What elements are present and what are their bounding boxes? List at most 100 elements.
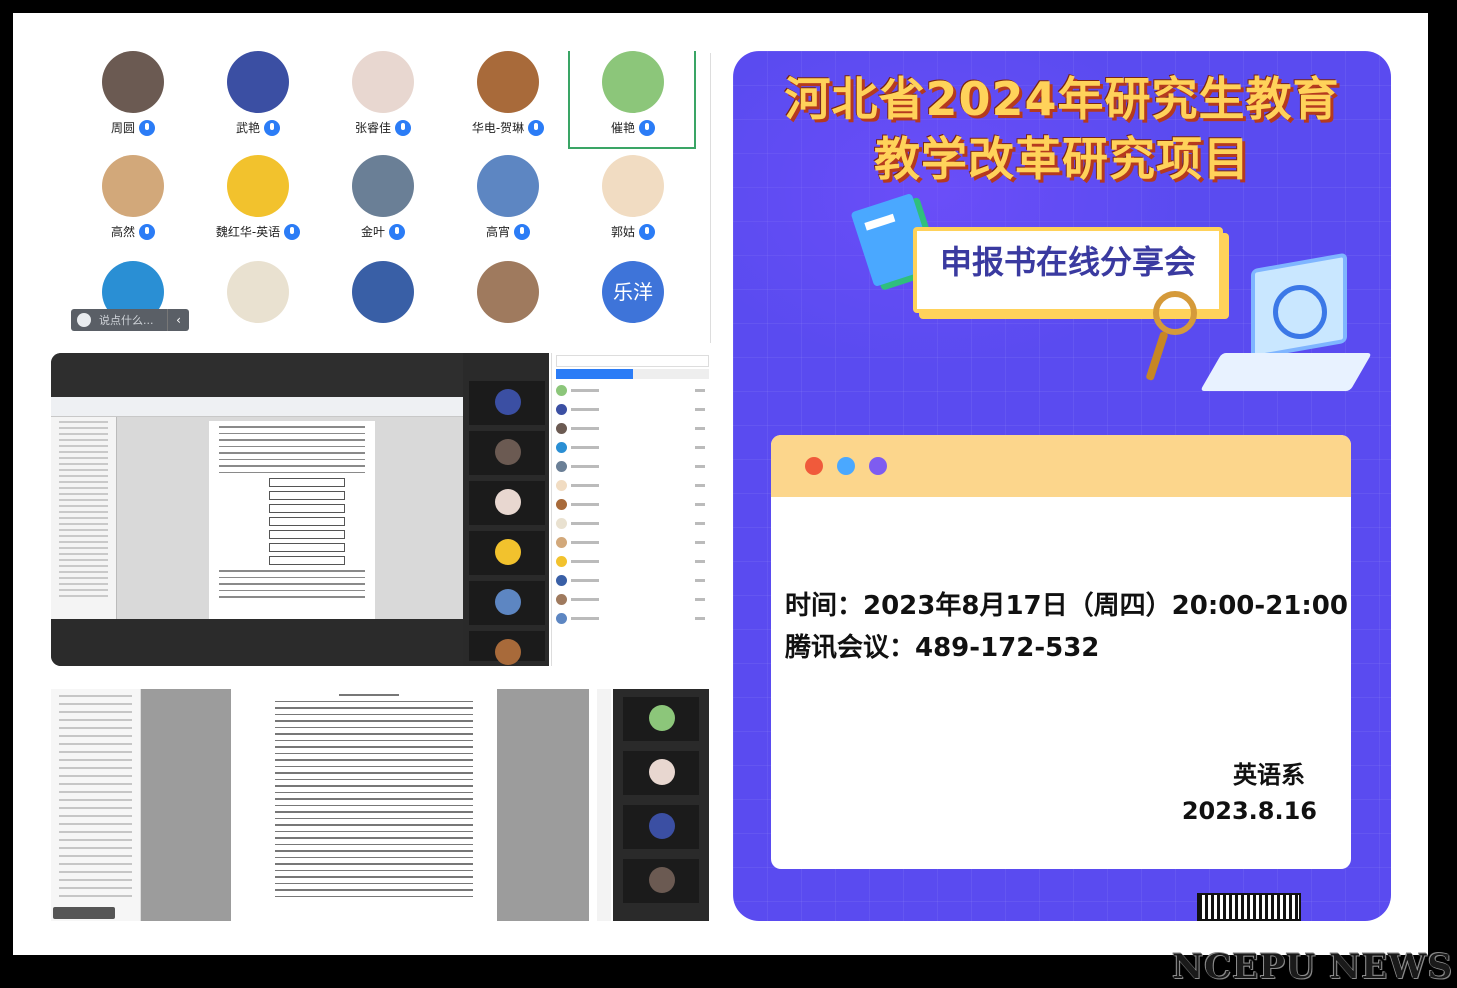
info-card: 时间：2023年8月17日（周四）20:00-21:00 腾讯会议：489-17…	[771, 435, 1351, 869]
participant-tile[interactable]: 魏红华-英语	[198, 155, 318, 240]
news-watermark: NCEPU NEWS	[1172, 947, 1453, 987]
mic-icon	[514, 223, 530, 240]
avatar	[227, 51, 289, 113]
avatar	[477, 51, 539, 113]
participant-name: 高然	[110, 225, 135, 239]
member-row[interactable]	[552, 400, 713, 419]
video-tile[interactable]	[623, 751, 699, 795]
outline-panel[interactable]	[51, 417, 117, 619]
avatar	[352, 261, 414, 323]
video-tile[interactable]	[469, 531, 545, 575]
poster-date: 2023.8.16	[1181, 797, 1317, 825]
chat-input-bar[interactable]: 说点什么... ‹	[71, 309, 189, 331]
participant-name: 金叶	[360, 225, 385, 239]
video-strip	[613, 689, 709, 921]
participant-tile[interactable]: 高然	[73, 155, 193, 240]
member-row[interactable]	[552, 571, 713, 590]
member-row[interactable]	[552, 590, 713, 609]
avatar	[477, 261, 539, 323]
avatar	[227, 261, 289, 323]
participant-tile[interactable]: 郭姑	[573, 155, 693, 240]
member-list-panel	[551, 353, 713, 666]
member-row[interactable]	[552, 552, 713, 571]
mic-icon	[389, 223, 405, 240]
participant-name: 张睿佳	[354, 121, 391, 135]
member-row[interactable]	[552, 514, 713, 533]
participant-tile[interactable]	[323, 261, 443, 323]
member-row[interactable]	[552, 533, 713, 552]
avatar	[477, 155, 539, 217]
member-row[interactable]	[552, 381, 713, 400]
emoji-icon[interactable]	[77, 313, 91, 327]
member-search-input[interactable]	[556, 355, 709, 367]
member-row[interactable]	[552, 495, 713, 514]
editor-right-tools[interactable]	[597, 689, 611, 921]
video-tile[interactable]	[469, 631, 545, 665]
participant-name: 郭姑	[610, 225, 635, 239]
avatar: 乐洋	[602, 261, 664, 323]
participant-name: 魏红华-英语	[215, 225, 281, 239]
participant-name: 高宵	[485, 225, 510, 239]
video-tile[interactable]	[623, 805, 699, 849]
participant-tile[interactable]: 金叶	[323, 155, 443, 240]
member-row[interactable]	[552, 438, 713, 457]
canvas-margin	[141, 689, 231, 921]
video-tile[interactable]	[623, 859, 699, 903]
screen-share-document-2	[51, 689, 711, 921]
participant-tile[interactable]: 高宵	[448, 155, 568, 240]
avatar	[602, 155, 664, 217]
member-row[interactable]	[552, 419, 713, 438]
participant-tile[interactable]: 张睿佳	[323, 51, 443, 136]
window-dot-icon	[805, 457, 823, 475]
status-badge	[53, 907, 115, 919]
member-tabs[interactable]	[556, 369, 709, 379]
mic-icon	[639, 223, 655, 240]
poster-subtitle: 申报书在线分享会	[939, 243, 1196, 281]
avatar	[102, 155, 164, 217]
outline-panel[interactable]	[51, 689, 141, 921]
mic-icon	[528, 119, 545, 136]
video-tile[interactable]	[469, 481, 545, 525]
participant-tile[interactable]	[448, 261, 568, 323]
participant-tile[interactable]: 乐洋	[573, 261, 693, 323]
meeting-time: 时间：2023年8月17日（周四）20:00-21:00	[785, 591, 1348, 621]
video-tile[interactable]	[469, 431, 545, 475]
mic-icon	[284, 223, 301, 240]
avatar	[352, 51, 414, 113]
poster-title-line2: 教学改革研究项目	[874, 132, 1250, 186]
document-page	[269, 689, 479, 921]
member-row[interactable]	[552, 457, 713, 476]
avatar	[352, 155, 414, 217]
video-strip	[463, 353, 549, 666]
participant-grid: 周圆 武艳 张睿佳 华电-贺琳 催艳 高然 魏红华-英语 金叶 高宵 郭姑 乐洋	[73, 51, 713, 341]
magnifier-icon	[1153, 291, 1197, 335]
meeting-id: 腾讯会议：489-172-532	[785, 633, 1100, 663]
department: 英语系	[1233, 761, 1305, 789]
document-page	[209, 421, 375, 619]
mic-icon	[139, 223, 155, 240]
laptop-icon	[1200, 252, 1372, 391]
poster-title-line1: 河北省2024年研究生教育	[784, 72, 1340, 126]
participant-name: 周圆	[110, 121, 135, 135]
participant-tile[interactable]: 周圆	[73, 51, 193, 136]
video-tile[interactable]	[469, 381, 545, 425]
participant-tile[interactable]: 催艳	[573, 51, 693, 136]
mic-icon	[139, 119, 155, 136]
video-tile[interactable]	[469, 581, 545, 625]
avatar	[602, 51, 664, 113]
chevron-left-icon[interactable]: ‹	[167, 309, 189, 331]
participant-tile[interactable]: 华电-贺琳	[448, 51, 568, 136]
participant-name: 催艳	[610, 121, 635, 135]
qr-code-icon	[1197, 893, 1301, 921]
member-row[interactable]	[552, 609, 713, 628]
video-tile[interactable]	[623, 697, 699, 741]
mic-icon	[395, 119, 411, 136]
participant-name: 武艳	[235, 121, 260, 135]
collage-frame: 周圆 武艳 张睿佳 华电-贺琳 催艳 高然 魏红华-英语 金叶 高宵 郭姑 乐洋…	[13, 13, 1428, 955]
member-row[interactable]	[552, 476, 713, 495]
participant-tile[interactable]: 武艳	[198, 51, 318, 136]
avatar	[227, 155, 289, 217]
chat-placeholder: 说点什么...	[99, 314, 154, 327]
window-dot-icon	[869, 457, 887, 475]
participant-tile[interactable]	[198, 261, 318, 323]
